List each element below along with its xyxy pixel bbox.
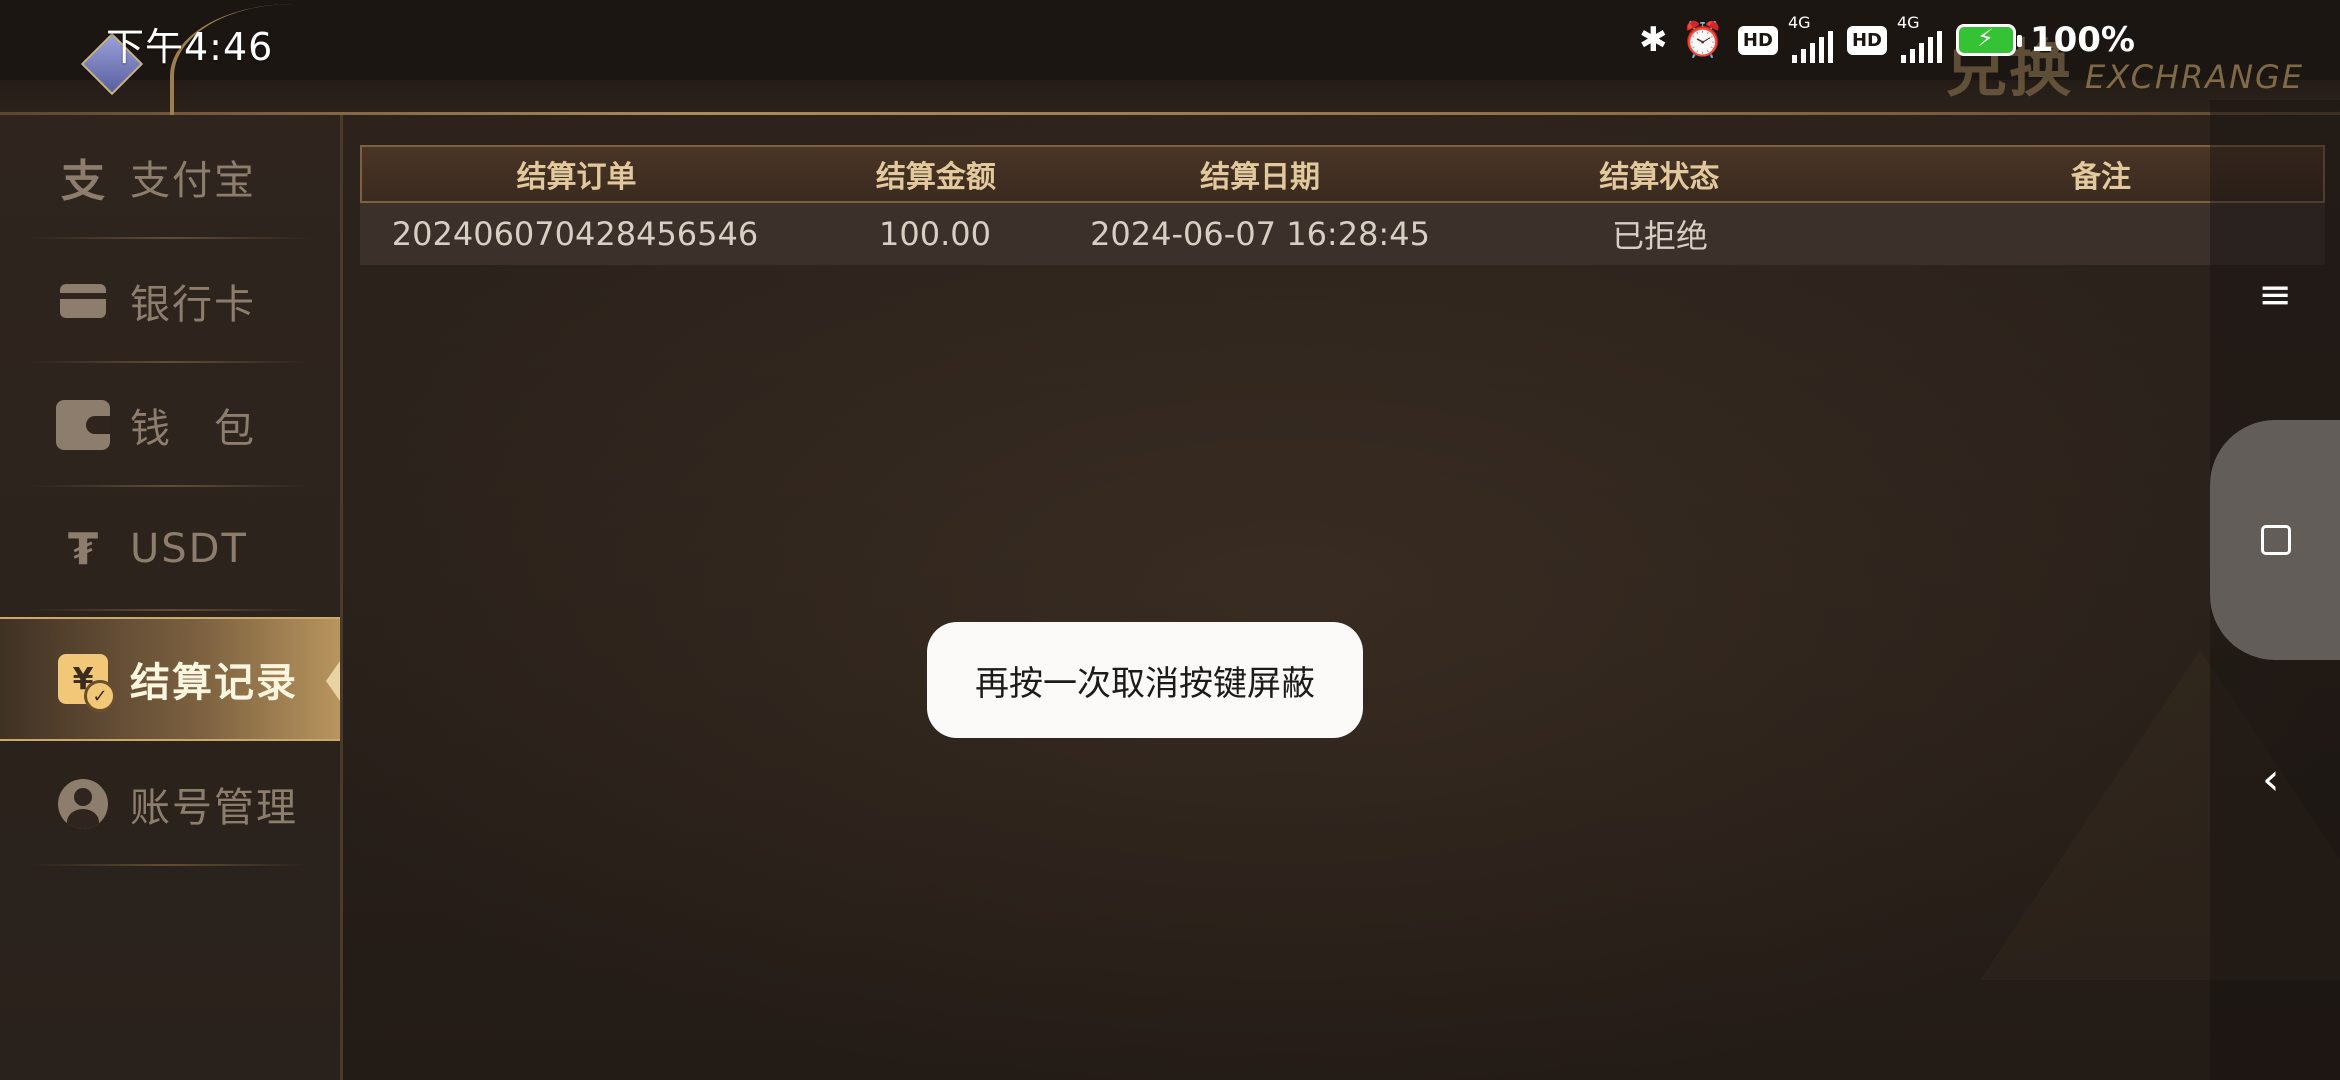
- amount: 100.00: [879, 215, 991, 253]
- alipay-icon: 支: [61, 156, 105, 207]
- settlement-table: 结算订单 结算金额 结算日期 结算状态 备注 20240607042845654…: [360, 145, 2325, 265]
- sidebar-item-account[interactable]: 账号管理: [0, 742, 340, 866]
- network-type: 4G: [1896, 13, 1920, 32]
- sidebar-item-label: USDT: [130, 526, 248, 572]
- hd-badge: HD: [1737, 25, 1778, 55]
- active-indicator: [326, 661, 340, 701]
- sidebar-item-label: 银行卡: [130, 282, 256, 328]
- column-header: 结算状态: [1599, 160, 1720, 195]
- sidebar-item-bank-card[interactable]: 银行卡: [0, 239, 340, 363]
- table-row[interactable]: 202406070428456546 100.00 2024-06-07 16:…: [360, 203, 2325, 265]
- settlement-record-icon: ¥ ✓: [56, 652, 116, 712]
- sidebar: 支 支付宝 银行卡 钱 包 ₮ USDT ¥ ✓ 结算记录 账号管理: [0, 115, 343, 1080]
- nav-back-icon[interactable]: ‹: [2262, 758, 2302, 802]
- signal-icon: 4G: [1897, 13, 1942, 63]
- sidebar-item-label: 结算记录: [130, 660, 298, 706]
- home-square-icon: [2261, 525, 2291, 555]
- status-icons: ✱ ⏰ HD 4G HD 4G ⚡ 100%: [1639, 13, 2135, 66]
- menu-icon[interactable]: ≡: [2255, 275, 2295, 315]
- sidebar-item-usdt[interactable]: ₮ USDT: [0, 487, 340, 611]
- sidebar-item-alipay[interactable]: 支 支付宝: [0, 115, 340, 239]
- column-header: 结算金额: [875, 160, 996, 195]
- column-header: 结算日期: [1200, 160, 1321, 195]
- column-header: 结算订单: [516, 160, 637, 195]
- toast-message: 再按一次取消按键屏蔽: [927, 622, 1363, 738]
- account-icon: [56, 777, 110, 831]
- battery-icon: ⚡: [1955, 24, 2022, 56]
- battery-level: 100%: [2029, 20, 2135, 60]
- bluetooth-icon: ✱: [1639, 20, 1668, 60]
- bank-card-icon: [56, 274, 110, 328]
- status-time: 下午4:46: [106, 25, 274, 69]
- sidebar-item-label: 账号管理: [130, 785, 298, 831]
- sidebar-item-settlement-record[interactable]: ¥ ✓ 结算记录: [0, 617, 340, 741]
- wallet-icon: [56, 398, 110, 452]
- sidebar-item-label: 支付宝: [130, 158, 256, 204]
- settlement-date: 2024-06-07 16:28:45: [1090, 215, 1430, 253]
- sidebar-item-label: 钱 包: [130, 406, 256, 452]
- sidebar-item-wallet[interactable]: 钱 包: [0, 363, 340, 487]
- order-number: 202406070428456546: [391, 215, 759, 253]
- alarm-icon: ⏰: [1681, 20, 1724, 60]
- signal-icon: 4G: [1788, 13, 1833, 63]
- status: 已拒绝: [1611, 217, 1708, 255]
- usdt-icon: ₮: [67, 523, 99, 575]
- table-header: 结算订单 结算金额 结算日期 结算状态 备注: [360, 145, 2325, 203]
- network-type: 4G: [1787, 13, 1811, 32]
- hd-badge: HD: [1846, 25, 1887, 55]
